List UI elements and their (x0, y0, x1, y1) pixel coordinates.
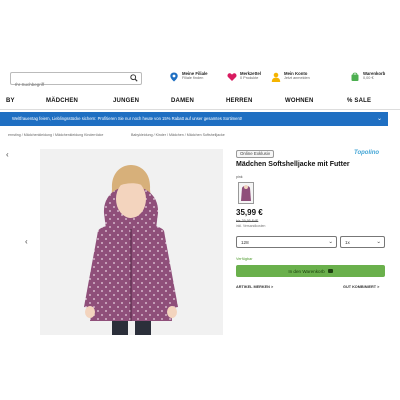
color-swatch-thumbnail[interactable] (238, 182, 254, 204)
breadcrumb-item[interactable]: ernsting (8, 133, 21, 137)
chevron-down-icon[interactable]: ⌄ (377, 115, 382, 122)
add-to-cart-label: In den Warenkorb (288, 268, 325, 274)
search-box[interactable] (10, 72, 142, 90)
size-select-value: 128 (241, 240, 249, 245)
promo-text: Weltfrauentag feiern, Lieblingsstücke si… (12, 116, 243, 121)
chevron-down-icon: ⌄ (376, 239, 381, 245)
main-nav: BY MÄDCHEN JUNGEN DAMEN HERREN WOHNEN % … (0, 96, 400, 110)
save-item-link[interactable]: ARTIKEL MERKEN > (236, 285, 273, 289)
promo-banner[interactable]: Weltfrauentag feiern, Lieblingsstücke si… (0, 112, 388, 126)
user-icon (271, 72, 281, 82)
nav-item-baby[interactable]: BY (6, 98, 15, 104)
quantity-select-value: 1x (345, 240, 350, 245)
shipping-info[interactable]: inkl. Versandkosten (236, 224, 265, 228)
availability-status: Verfügbar (236, 257, 253, 261)
site-header: Meine FilialeFiliale finden Merkzettel0 … (6, 70, 394, 90)
combine-link[interactable]: GUT KOMBINIERT > (343, 285, 379, 289)
product-photo-illustration (40, 149, 223, 335)
nav-item-sale[interactable]: % SALE (347, 98, 371, 104)
brand-logo: Topolino (354, 150, 380, 156)
quantity-select[interactable]: 1x ⌄ (340, 236, 385, 248)
breadcrumb-secondary: Babykleidung / Kinder / Mädchen / Mädche… (131, 133, 225, 137)
breadcrumb-item[interactable]: Babykleidung (131, 133, 153, 137)
breadcrumb-item[interactable]: Mädchen (169, 133, 184, 137)
nav-item-herren[interactable]: HERREN (226, 98, 253, 104)
size-select[interactable]: 128 ⌄ (236, 236, 337, 248)
chevron-left-icon[interactable]: ‹ (25, 237, 28, 246)
add-to-cart-button[interactable]: In den Warenkorb (236, 265, 385, 277)
heart-icon (227, 73, 237, 81)
cart-icon (351, 72, 359, 81)
product-title: Mädchen Softshelljacke mit Futter (236, 161, 350, 168)
nav-item-wohnen[interactable]: WOHNEN (285, 98, 314, 104)
search-input[interactable] (11, 79, 121, 90)
breadcrumb: ernsting / Mädchenkleidung / Mädchenklei… (8, 133, 104, 137)
jacket-thumbnail-icon (241, 185, 251, 201)
back-arrow-icon[interactable]: ‹ (6, 150, 9, 159)
search-icon[interactable] (130, 74, 138, 82)
chevron-down-icon: ⌄ (328, 239, 333, 245)
online-exclusive-badge: Online Exklusiv (236, 150, 275, 158)
account-link[interactable]: Mein Konto Jetzt anmelden (271, 71, 310, 82)
product-price: 35,99 € (236, 208, 263, 217)
old-price: bis 39,95 AVE (236, 219, 259, 223)
breadcrumb-item[interactable]: Mädchen Softshelljacke (187, 133, 225, 137)
wishlist-sub: 0 Produkte (240, 76, 259, 80)
cart-total: 0,00 € (363, 76, 374, 80)
nav-item-maedchen[interactable]: MÄDCHEN (46, 98, 78, 104)
color-label: pink (236, 175, 243, 179)
account-sub: Jetzt anmelden (284, 76, 310, 80)
wishlist-link[interactable]: Merkzettel 0 Produkte (227, 71, 261, 82)
nav-item-jungen[interactable]: JUNGEN (113, 98, 139, 104)
store-finder-link[interactable]: Meine Filiale Filiale finden (169, 71, 208, 82)
nav-item-damen[interactable]: DAMEN (171, 98, 194, 104)
breadcrumb-item[interactable]: Mädchenkleidung Kinderröcke (55, 133, 103, 137)
cart-link[interactable]: Warenkorb 0,00 € (350, 71, 385, 82)
product-image (40, 149, 223, 335)
breadcrumb-item[interactable]: Kinder (156, 133, 166, 137)
store-sub: Filiale finden (182, 76, 204, 80)
cart-icon (327, 269, 333, 274)
breadcrumb-item[interactable]: Mädchenkleidung (24, 133, 52, 137)
location-pin-icon (170, 72, 178, 82)
